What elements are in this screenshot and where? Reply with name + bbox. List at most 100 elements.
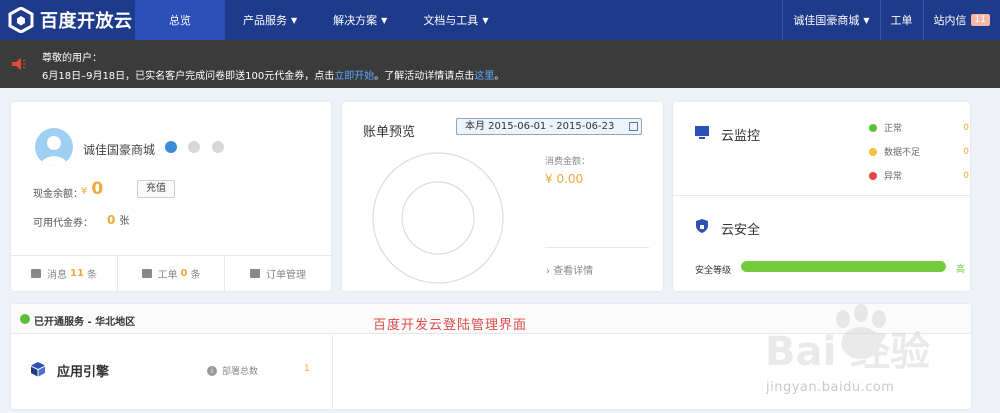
nav-overview[interactable]: 总览 — [135, 0, 225, 40]
watermark-url: jingyan.baidu.com — [766, 380, 895, 395]
shield-icon — [696, 219, 708, 233]
order-label: 订单管理 — [266, 270, 306, 281]
nav-docs-tools[interactable]: 文档与工具 ▼ — [405, 0, 506, 40]
cloud-security-title: 云安全 — [721, 223, 761, 238]
app-engine-service[interactable]: 应用引擎 i 部署总数 1 — [11, 335, 333, 409]
tickets-link[interactable]: 工单 0 条 — [118, 256, 225, 291]
monitor-icon — [695, 126, 709, 139]
coupon-count: 0 — [107, 213, 116, 227]
lock-icon[interactable] — [188, 141, 200, 153]
status-count: 0 — [963, 122, 969, 133]
inbox-count-badge: 11 — [970, 14, 990, 26]
status-label: 数据不足 — [884, 148, 921, 158]
details-here-link[interactable]: 这里 — [474, 71, 494, 82]
nav-overview-label: 总览 — [169, 14, 191, 27]
balance-amount: 0 — [91, 179, 104, 199]
chevron-down-icon: ▼ — [863, 15, 870, 25]
user-card: 诚佳国豪商城 现金余额： ¥0 充值 可用代金券： 0张 消息 11 条 工单 … — [11, 102, 331, 291]
logo-text: 百度开放云 — [40, 11, 133, 32]
nav-products-label: 产品服务 — [243, 14, 287, 27]
ticket-label: 工单 — [890, 14, 913, 27]
spend-ring-chart — [372, 152, 504, 284]
calendar-icon — [629, 122, 638, 131]
account-name: 诚佳国豪商城 — [793, 14, 860, 27]
messages-link[interactable]: 消息 11 条 — [11, 256, 118, 291]
status-label: 异常 — [884, 172, 903, 182]
ticket-icon — [141, 269, 152, 278]
status-abnormal[interactable]: 异常 0 — [869, 169, 973, 182]
recharge-button[interactable]: 充值 — [137, 180, 175, 198]
deploy-count[interactable]: 1 — [304, 364, 310, 374]
notice-text: 6月18日–9月18日，已实名客户完成问卷即送100元代金券，点击立即开始。了解… — [42, 67, 504, 82]
mail-icon[interactable] — [212, 141, 224, 153]
coupon-value: 0张 — [107, 212, 129, 227]
currency-symbol: ¥ — [81, 186, 88, 197]
security-level-bar — [741, 261, 946, 272]
messages-unit: 条 — [86, 270, 97, 281]
inbox-label: 站内信 — [933, 14, 967, 27]
notice-text-part: 。了解活动详情请点击 — [374, 71, 475, 82]
status-label: 正常 — [884, 124, 903, 134]
ticket-link[interactable]: 工单 — [879, 0, 923, 40]
avatar[interactable] — [35, 128, 73, 166]
user-avatar-icon — [40, 136, 68, 166]
notice-text-part: 6月18日–9月18日，已实名客户完成问卷即送100元代金券，点击 — [42, 71, 335, 82]
nav-solutions[interactable]: 解决方案 ▼ — [315, 0, 405, 40]
coupon-unit: 张 — [119, 216, 130, 227]
balance-value: ¥0 — [81, 179, 103, 199]
status-insufficient-data[interactable]: 数据不足 0 — [869, 145, 973, 158]
spend-label: 消费金额： — [545, 157, 591, 167]
cube-logo-icon — [8, 7, 34, 33]
green-dot-icon — [869, 123, 877, 132]
watermark-brand: Bai 经验 — [765, 329, 930, 375]
start-now-link[interactable]: 立即开始 — [334, 71, 374, 82]
tickets-label: 工单 — [157, 270, 178, 281]
cloud-monitor-title: 云监控 — [721, 129, 761, 144]
nav-docs-label: 文档与工具 — [423, 14, 479, 27]
nav-products[interactable]: 产品服务 ▼ — [225, 0, 315, 40]
inbox-link[interactable]: 站内信 11 — [922, 0, 1000, 40]
user-card-footer: 消息 11 条 工单 0 条 订单管理 — [11, 255, 331, 291]
tickets-count: 0 — [180, 268, 188, 279]
security-level-label: 安全等级 — [695, 266, 732, 276]
security-level-value: 高 — [956, 265, 966, 275]
chevron-down-icon: ▼ — [482, 15, 489, 25]
bill-preview-card: 账单预览 本月 2015-06-01 - 2015-06-23 消费金额： ¥ … — [342, 102, 663, 291]
account-menu[interactable]: 诚佳国豪商城 ▼ — [782, 0, 879, 40]
services-header-text: 已开通服务 - 华北地区 — [34, 317, 136, 328]
logo[interactable]: 百度开放云 — [0, 0, 135, 40]
yellow-dot-icon — [869, 147, 877, 156]
view-details-link[interactable]: › 查看详情 — [546, 262, 593, 277]
bill-range-text: 本月 2015-06-01 - 2015-06-23 — [465, 121, 615, 132]
status-count: 0 — [963, 146, 969, 157]
spend-value: ¥ 0.00 — [545, 172, 584, 186]
tickets-unit: 条 — [190, 270, 201, 281]
bill-title: 账单预览 — [363, 125, 416, 140]
info-icon: i — [207, 365, 217, 376]
divider — [545, 247, 649, 248]
deploy-label: 部署总数 — [222, 367, 259, 377]
list-icon — [250, 269, 260, 278]
nav-right: 诚佳国豪商城 ▼ 工单 站内信 11 — [782, 0, 1000, 40]
bill-date-range[interactable]: 本月 2015-06-01 - 2015-06-23 — [456, 118, 642, 135]
deploy-total: i 部署总数 — [207, 364, 258, 377]
view-details-label: 查看详情 — [553, 266, 594, 277]
speaker-icon — [12, 58, 26, 70]
status-normal[interactable]: 正常 0 — [869, 121, 973, 134]
service-name: 应用引擎 — [57, 365, 110, 380]
envelope-icon — [31, 269, 42, 278]
messages-label: 消息 — [47, 270, 68, 281]
chevron-down-icon: ▼ — [381, 15, 388, 25]
chevron-down-icon: ▼ — [291, 15, 298, 25]
verified-user-icon[interactable] — [165, 141, 177, 153]
coupon-label: 可用代金券： — [33, 218, 93, 229]
messages-count: 11 — [70, 268, 84, 279]
top-nav: 百度开放云 总览 产品服务 ▼ 解决方案 ▼ 文档与工具 ▼ 诚佳国豪商城 ▼ … — [0, 0, 1000, 40]
announcement-bar: 尊敬的用户： 6月18日–9月18日，已实名客户完成问卷即送100元代金券，点击… — [0, 40, 1000, 88]
order-management-link[interactable]: 订单管理 — [225, 256, 331, 291]
notice-text-part: 。 — [494, 71, 505, 82]
red-dot-icon — [869, 171, 877, 180]
divider — [673, 195, 970, 196]
monitor-card: 云监控 正常 0 数据不足 0 异常 0 云安全 安全等级 高 — [673, 102, 970, 291]
cube-icon — [31, 362, 45, 377]
